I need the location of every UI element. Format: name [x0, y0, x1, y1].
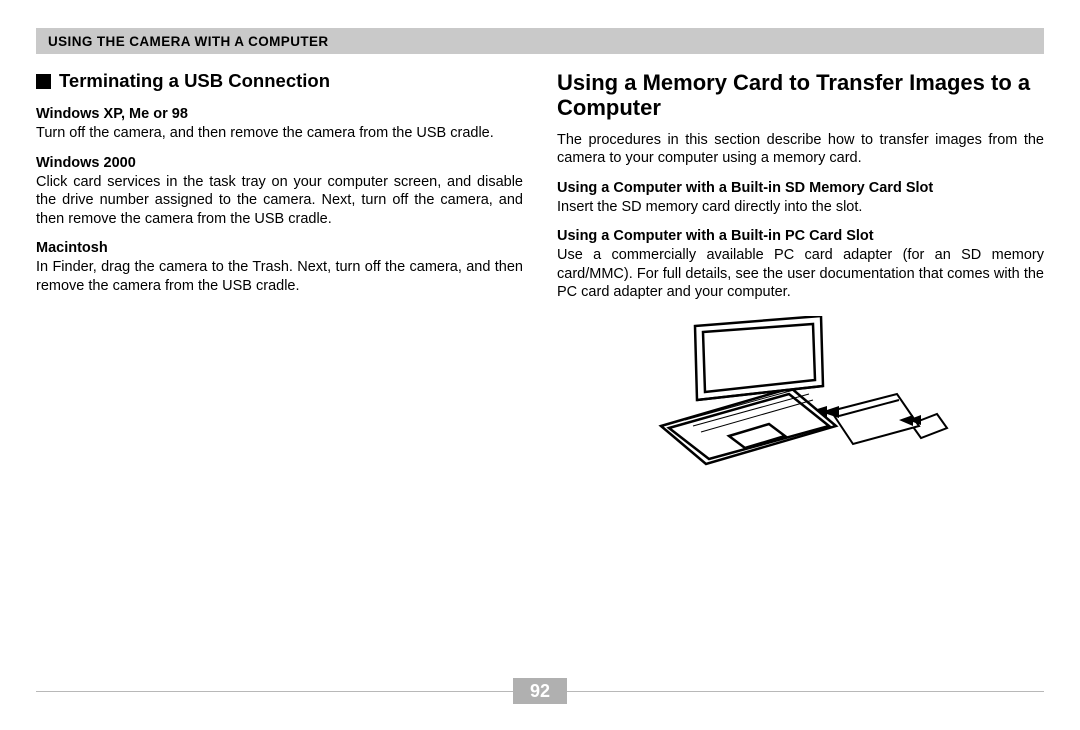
subhead: Macintosh: [36, 240, 523, 256]
body-text: Insert the SD memory card directly into …: [557, 198, 1044, 217]
square-bullet-icon: [36, 74, 51, 89]
right-section-1: Using a Computer with a Built-in PC Card…: [557, 228, 1044, 302]
subhead: Windows XP, Me or 98: [36, 106, 523, 122]
left-section-2: Macintosh In Finder, drag the camera to …: [36, 240, 523, 295]
left-heading: Terminating a USB Connection: [36, 70, 523, 92]
right-column: Using a Memory Card to Transfer Images t…: [557, 70, 1044, 466]
manual-page: USING THE CAMERA WITH A COMPUTER Termina…: [0, 0, 1080, 730]
two-column-layout: Terminating a USB Connection Windows XP,…: [36, 70, 1044, 466]
footer-rule-right: [567, 691, 1044, 692]
left-heading-text: Terminating a USB Connection: [59, 70, 330, 92]
right-heading: Using a Memory Card to Transfer Images t…: [557, 70, 1044, 121]
laptop-sd-illustration: [557, 316, 1044, 466]
body-text: Click card services in the task tray on …: [36, 173, 523, 229]
subhead: Windows 2000: [36, 155, 523, 171]
body-text: Turn off the camera, and then remove the…: [36, 124, 523, 143]
footer-rule-left: [36, 691, 513, 692]
body-text: Use a commercially available PC card ada…: [557, 246, 1044, 302]
left-section-1: Windows 2000 Click card services in the …: [36, 155, 523, 229]
body-text: In Finder, drag the camera to the Trash.…: [36, 258, 523, 295]
page-footer: 92: [36, 678, 1044, 704]
right-intro: The procedures in this section describe …: [557, 131, 1044, 168]
right-section-0: Using a Computer with a Built-in SD Memo…: [557, 180, 1044, 217]
section-banner-text: USING THE CAMERA WITH A COMPUTER: [48, 34, 329, 49]
page-number: 92: [513, 678, 567, 704]
subhead: Using a Computer with a Built-in SD Memo…: [557, 180, 1044, 196]
laptop-card-icon: [651, 316, 951, 466]
left-section-0: Windows XP, Me or 98 Turn off the camera…: [36, 106, 523, 143]
left-column: Terminating a USB Connection Windows XP,…: [36, 70, 523, 466]
subhead: Using a Computer with a Built-in PC Card…: [557, 228, 1044, 244]
section-banner: USING THE CAMERA WITH A COMPUTER: [36, 28, 1044, 54]
